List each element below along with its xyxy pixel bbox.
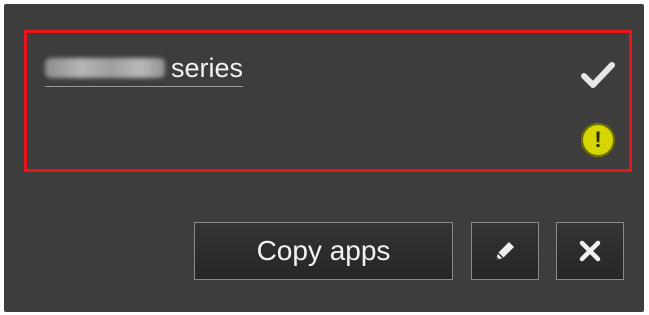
device-panel: series ! Copy apps	[4, 4, 644, 312]
redacted-model-name	[45, 58, 165, 78]
delete-button[interactable]	[556, 222, 624, 280]
copy-apps-button[interactable]: Copy apps	[194, 222, 453, 280]
warning-icon: !	[581, 123, 615, 157]
checkmark-icon	[581, 62, 615, 88]
warning-glyph: !	[594, 127, 602, 152]
edit-button[interactable]	[471, 222, 539, 280]
pencil-icon	[496, 242, 514, 260]
device-card[interactable]: series !	[24, 30, 632, 172]
device-name-link[interactable]: series	[45, 53, 244, 87]
close-icon	[579, 240, 601, 262]
device-series-label: series	[171, 53, 244, 83]
